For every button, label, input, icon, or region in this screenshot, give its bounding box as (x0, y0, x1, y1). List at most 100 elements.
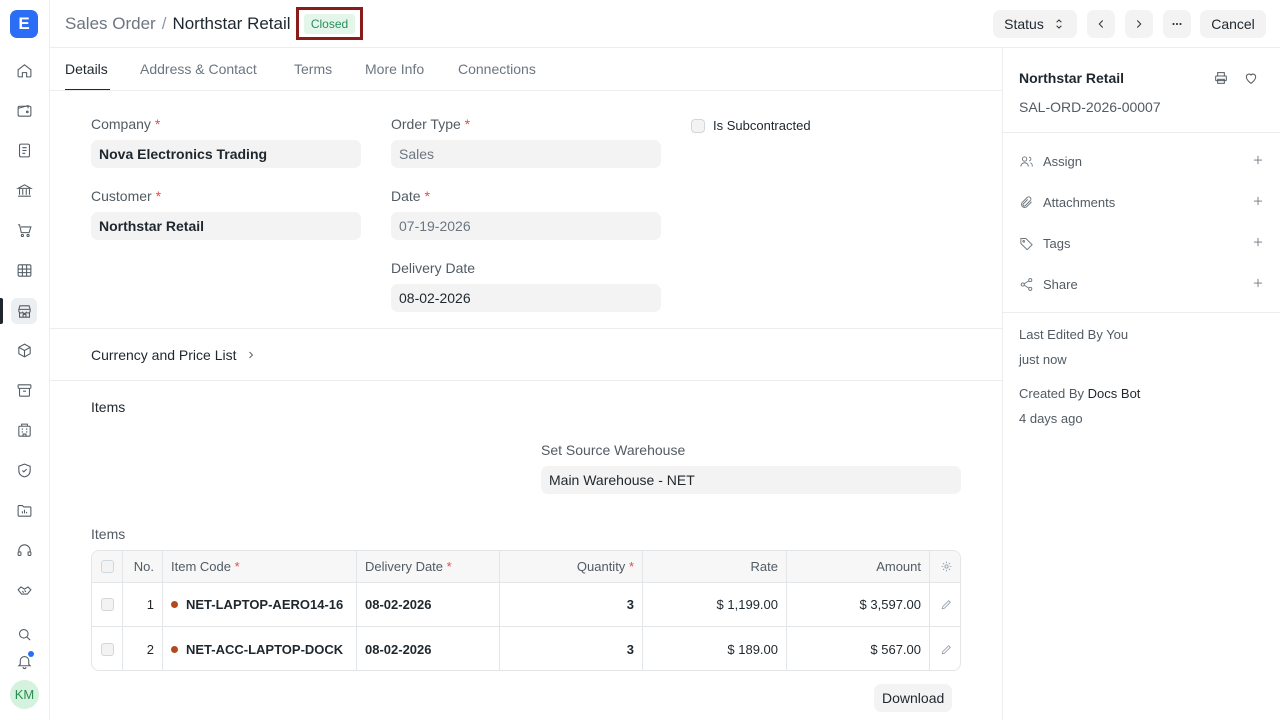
chevron-right-icon (1136, 20, 1142, 28)
row-rate[interactable]: $ 189.00 (643, 627, 787, 670)
gear-icon[interactable] (940, 560, 953, 573)
items-section-title: Items (91, 399, 126, 415)
row-amount: $ 3,597.00 (787, 583, 930, 626)
select-all-checkbox[interactable] (100, 560, 114, 573)
required-marker: * (154, 116, 161, 132)
plus-icon[interactable] (1251, 153, 1265, 170)
row-no: 1 (123, 583, 163, 626)
row-checkbox[interactable] (100, 642, 114, 656)
tab-more-info[interactable]: More Info (365, 61, 424, 77)
archive-icon[interactable] (11, 377, 37, 403)
breadcrumb: Sales Order / Northstar Retail (65, 14, 291, 34)
date-label: Date * (391, 188, 430, 204)
customer-field[interactable]: Northstar Retail (91, 212, 361, 240)
building-icon[interactable] (11, 417, 37, 443)
form-body: Company * Nova Electronics Trading Custo… (50, 91, 1002, 720)
tab-connections[interactable]: Connections (458, 61, 536, 77)
row-item-code[interactable]: NET-ACC-LAPTOP-DOCK (163, 627, 357, 670)
home-icon[interactable] (11, 57, 37, 83)
status-highlight: Closed (296, 7, 363, 40)
required-marker: * (155, 188, 162, 204)
status-button[interactable]: Status (993, 10, 1077, 38)
is-subcontracted-label: Is Subcontracted (713, 118, 811, 133)
delivery-date-field[interactable]: 08-02-2026 (391, 284, 661, 312)
print-icon[interactable] (1213, 70, 1229, 86)
row-edit-cell (930, 627, 960, 670)
document-icon[interactable] (11, 137, 37, 163)
box-icon[interactable] (11, 337, 37, 363)
sidebar-item-attachments[interactable]: Attachments (1019, 192, 1265, 212)
is-subcontracted-checkbox[interactable] (691, 119, 705, 133)
active-tab-underline (65, 89, 110, 90)
currency-section-toggle[interactable]: Currency and Price List (91, 347, 257, 363)
page-title: Northstar Retail (172, 14, 291, 33)
order-type-field: Sales (391, 140, 661, 168)
row-quantity[interactable]: 3 (500, 583, 643, 626)
row-delivery-date[interactable]: 08-02-2026 (357, 627, 500, 670)
item-status-dot (171, 601, 178, 608)
created-by: Created By Docs Bot (1019, 386, 1141, 401)
source-warehouse-label: Set Source Warehouse (541, 442, 686, 458)
page-header: Sales Order / Northstar Retail Closed St… (50, 0, 1280, 48)
edit-icon[interactable] (940, 598, 953, 611)
tab-details[interactable]: Details (65, 61, 108, 77)
bell-icon[interactable] (11, 648, 37, 674)
company-field[interactable]: Nova Electronics Trading (91, 140, 361, 168)
search-icon[interactable] (11, 621, 37, 647)
table-icon[interactable] (11, 257, 37, 283)
breadcrumb-doctype[interactable]: Sales Order (65, 14, 156, 34)
sidebar-item-tags[interactable]: Tags (1019, 233, 1265, 253)
next-button[interactable] (1125, 10, 1153, 38)
row-rate[interactable]: $ 1,199.00 (643, 583, 787, 626)
share-icon (1020, 277, 1033, 291)
cancel-button[interactable]: Cancel (1200, 10, 1266, 38)
section-divider (50, 328, 1002, 329)
row-item-code[interactable]: NET-LAPTOP-AERO14-16 (163, 583, 357, 626)
created-by-user[interactable]: Docs Bot (1088, 386, 1141, 401)
col-delivery-date: Delivery Date * (357, 551, 500, 582)
sidebar-item-share[interactable]: Share (1019, 274, 1265, 294)
items-table-label: Items (91, 526, 126, 542)
breadcrumb-separator: / (161, 14, 167, 33)
form-tabs: Details Address & Contact Terms More Inf… (50, 48, 1002, 91)
plus-icon[interactable] (1251, 194, 1265, 211)
download-button[interactable]: Download (874, 684, 953, 712)
required-marker: * (234, 559, 240, 574)
shield-icon[interactable] (11, 457, 37, 483)
handshake-icon[interactable] (11, 577, 37, 603)
required-marker: * (424, 188, 430, 204)
required-marker: * (628, 559, 634, 574)
bank-icon[interactable] (11, 177, 37, 203)
edit-icon[interactable] (940, 643, 953, 656)
headset-icon[interactable] (11, 537, 37, 563)
tab-address-contact[interactable]: Address & Contact (140, 61, 257, 77)
more-actions-button[interactable] (1163, 10, 1191, 38)
row-quantity[interactable]: 3 (500, 627, 643, 670)
wallet-icon[interactable] (11, 97, 37, 123)
source-warehouse-field[interactable]: Main Warehouse - NET (541, 466, 961, 494)
last-edited-time: just now (1019, 352, 1067, 367)
plus-icon[interactable] (1251, 276, 1265, 293)
sidebar-item-assign[interactable]: Assign (1019, 151, 1265, 171)
tab-terms[interactable]: Terms (294, 61, 332, 77)
table-row[interactable]: 2 NET-ACC-LAPTOP-DOCK 08-02-2026 3 $ 189… (92, 627, 960, 670)
cart-icon[interactable] (11, 217, 37, 243)
previous-button[interactable] (1087, 10, 1115, 38)
delivery-date-label: Delivery Date (391, 260, 476, 276)
tag-icon (1020, 237, 1033, 250)
more-horizontal-icon (1172, 22, 1182, 26)
row-checkbox[interactable] (100, 598, 114, 611)
table-header: No. Item Code * Delivery Date * Quantity… (92, 551, 960, 583)
paperclip-icon (1021, 195, 1032, 208)
table-row[interactable]: 1 NET-LAPTOP-AERO14-16 08-02-2026 3 $ 1,… (92, 583, 960, 627)
plus-icon[interactable] (1251, 235, 1265, 252)
heart-icon[interactable] (1243, 70, 1259, 86)
folder-chart-icon[interactable] (11, 497, 37, 523)
col-quantity: Quantity * (500, 551, 643, 582)
row-delivery-date[interactable]: 08-02-2026 (357, 583, 500, 626)
customer-label: Customer * (91, 188, 162, 204)
last-edited-label: Last Edited By You (1019, 327, 1129, 342)
avatar[interactable]: KM (10, 680, 39, 709)
app-logo[interactable]: E (10, 10, 38, 38)
store-icon[interactable] (11, 298, 37, 324)
